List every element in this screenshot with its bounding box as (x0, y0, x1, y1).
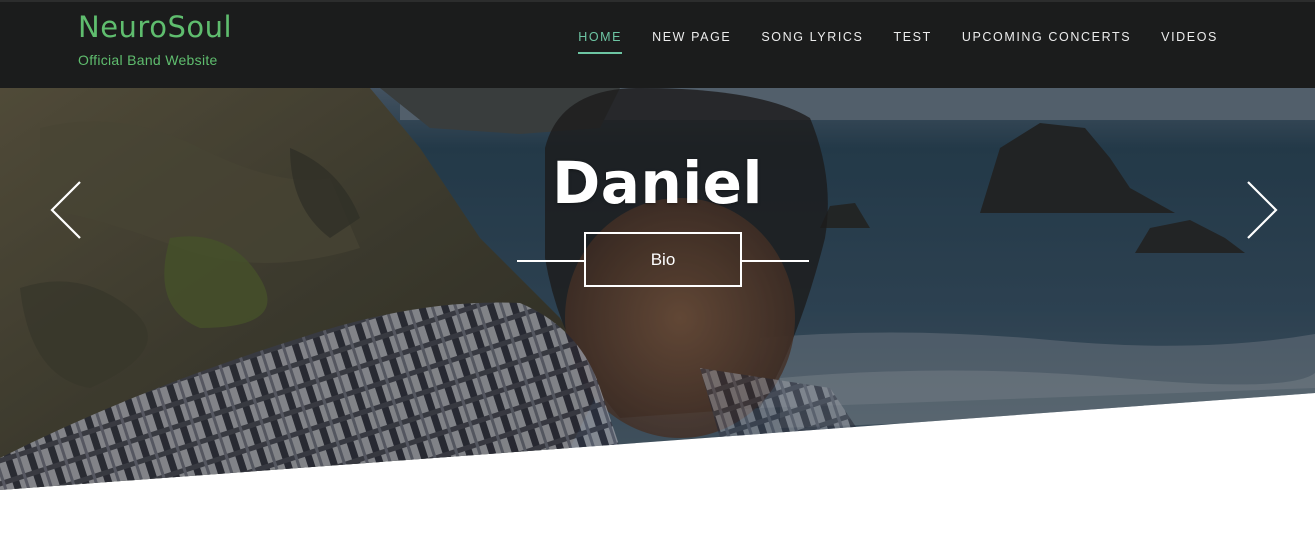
slider-prev-button[interactable] (46, 180, 86, 242)
hero-slider: Daniel Bio (0, 88, 1315, 490)
page: NeuroSoul Official Band Website HOME NEW… (0, 0, 1315, 549)
nav-item-home[interactable]: HOME (578, 30, 623, 54)
chevron-left-icon (50, 181, 81, 239)
nav-item-song-lyrics[interactable]: SONG LYRICS (761, 30, 863, 54)
site-tagline: Official Band Website (78, 52, 218, 68)
chevron-right-icon (1247, 181, 1278, 239)
site-title-link[interactable]: NeuroSoul (78, 10, 232, 44)
bio-divider-right (741, 260, 809, 262)
site-header: NeuroSoul Official Band Website HOME NEW… (0, 0, 1315, 88)
nav-item-test[interactable]: TEST (893, 30, 931, 54)
hero-title: Daniel (552, 148, 763, 217)
slider-next-button[interactable] (1242, 180, 1282, 242)
bio-divider-left (517, 260, 585, 262)
nav-item-videos[interactable]: VIDEOS (1161, 30, 1218, 54)
main-nav: HOME NEW PAGE SONG LYRICS TEST UPCOMING … (548, 30, 1218, 54)
nav-item-new-page[interactable]: NEW PAGE (652, 30, 731, 54)
nav-item-upcoming-concerts[interactable]: UPCOMING CONCERTS (962, 30, 1131, 54)
brand: NeuroSoul Official Band Website (78, 10, 232, 68)
bio-button[interactable]: Bio (584, 232, 742, 287)
